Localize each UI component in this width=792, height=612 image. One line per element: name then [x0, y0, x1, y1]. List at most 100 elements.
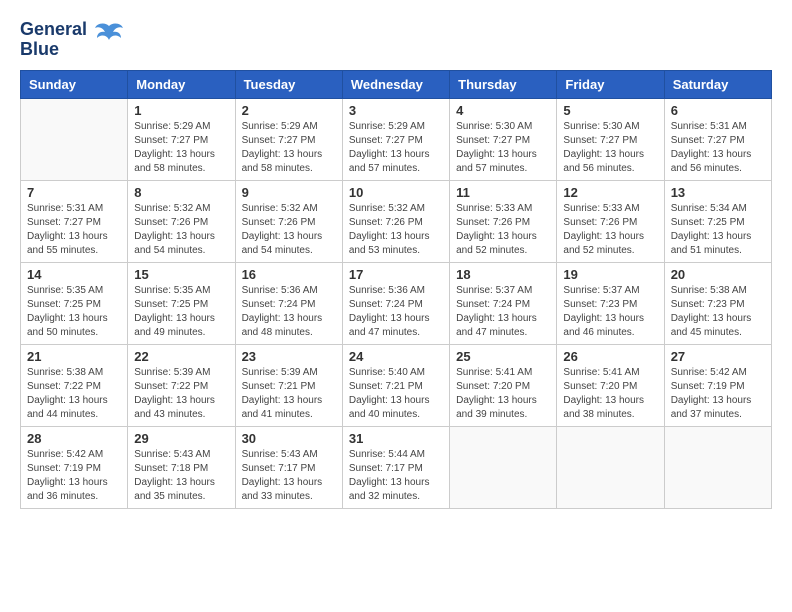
- day-number: 11: [456, 185, 550, 200]
- day-info: Sunrise: 5:33 AM Sunset: 7:26 PM Dayligh…: [456, 202, 550, 258]
- weekday-header: Thursday: [450, 70, 557, 98]
- day-number: 2: [242, 103, 336, 118]
- calendar-day-cell: [557, 426, 664, 508]
- day-number: 1: [134, 103, 228, 118]
- calendar-day-cell: 3 Sunrise: 5:29 AM Sunset: 7:27 PM Daylig…: [342, 98, 449, 180]
- day-number: 26: [563, 349, 657, 364]
- logo-text: GeneralBlue: [20, 20, 87, 60]
- day-number: 8: [134, 185, 228, 200]
- day-number: 29: [134, 431, 228, 446]
- calendar-day-cell: 28 Sunrise: 5:42 AM Sunset: 7:19 PM Dayli…: [21, 426, 128, 508]
- calendar-table: SundayMondayTuesdayWednesdayThursdayFrid…: [20, 70, 772, 509]
- calendar-week-row: 21 Sunrise: 5:38 AM Sunset: 7:22 PM Dayli…: [21, 344, 772, 426]
- calendar-day-cell: 1Sunrise: 5:29 AM Sunset: 7:27 PM Daylig…: [128, 98, 235, 180]
- day-number: 19: [563, 267, 657, 282]
- day-info: Sunrise: 5:40 AM Sunset: 7:21 PM Dayligh…: [349, 366, 443, 422]
- calendar-header-row: SundayMondayTuesdayWednesdayThursdayFrid…: [21, 70, 772, 98]
- day-info: Sunrise: 5:35 AM Sunset: 7:25 PM Dayligh…: [27, 284, 121, 340]
- day-number: 16: [242, 267, 336, 282]
- day-number: 13: [671, 185, 765, 200]
- day-info: Sunrise: 5:37 AM Sunset: 7:24 PM Dayligh…: [456, 284, 550, 340]
- calendar-week-row: 28 Sunrise: 5:42 AM Sunset: 7:19 PM Dayli…: [21, 426, 772, 508]
- calendar-day-cell: 2 Sunrise: 5:29 AM Sunset: 7:27 PM Daylig…: [235, 98, 342, 180]
- weekday-header: Saturday: [664, 70, 771, 98]
- day-number: 28: [27, 431, 121, 446]
- day-number: 14: [27, 267, 121, 282]
- calendar-day-cell: 22Sunrise: 5:39 AM Sunset: 7:22 PM Dayli…: [128, 344, 235, 426]
- day-info: Sunrise: 5:31 AM Sunset: 7:27 PM Dayligh…: [671, 120, 765, 176]
- calendar-week-row: 14 Sunrise: 5:35 AM Sunset: 7:25 PM Dayli…: [21, 262, 772, 344]
- calendar-day-cell: 6 Sunrise: 5:31 AM Sunset: 7:27 PM Daylig…: [664, 98, 771, 180]
- calendar-day-cell: 15 Sunrise: 5:35 AM Sunset: 7:25 PM Dayli…: [128, 262, 235, 344]
- day-info: Sunrise: 5:33 AM Sunset: 7:26 PM Dayligh…: [563, 202, 657, 258]
- logo: GeneralBlue: [20, 20, 127, 60]
- day-info: Sunrise: 5:39 AM Sunset: 7:21 PM Dayligh…: [242, 366, 336, 422]
- weekday-header: Tuesday: [235, 70, 342, 98]
- calendar-day-cell: 12 Sunrise: 5:33 AM Sunset: 7:26 PM Dayli…: [557, 180, 664, 262]
- calendar-day-cell: 8 Sunrise: 5:32 AM Sunset: 7:26 PM Daylig…: [128, 180, 235, 262]
- day-info: Sunrise: 5:32 AM Sunset: 7:26 PM Dayligh…: [134, 202, 228, 258]
- day-info: Sunrise: 5:35 AM Sunset: 7:25 PM Dayligh…: [134, 284, 228, 340]
- day-number: 15: [134, 267, 228, 282]
- calendar-day-cell: 25Sunrise: 5:41 AM Sunset: 7:20 PM Dayli…: [450, 344, 557, 426]
- day-info: Sunrise: 5:42 AM Sunset: 7:19 PM Dayligh…: [671, 366, 765, 422]
- calendar-day-cell: 13Sunrise: 5:34 AM Sunset: 7:25 PM Dayli…: [664, 180, 771, 262]
- day-info: Sunrise: 5:29 AM Sunset: 7:27 PM Dayligh…: [242, 120, 336, 176]
- day-number: 10: [349, 185, 443, 200]
- day-info: Sunrise: 5:32 AM Sunset: 7:26 PM Dayligh…: [349, 202, 443, 258]
- calendar-day-cell: 7 Sunrise: 5:31 AM Sunset: 7:27 PM Daylig…: [21, 180, 128, 262]
- calendar-day-cell: 9 Sunrise: 5:32 AM Sunset: 7:26 PM Daylig…: [235, 180, 342, 262]
- calendar-day-cell: 21 Sunrise: 5:38 AM Sunset: 7:22 PM Dayli…: [21, 344, 128, 426]
- calendar-day-cell: 30Sunrise: 5:43 AM Sunset: 7:17 PM Dayli…: [235, 426, 342, 508]
- day-info: Sunrise: 5:37 AM Sunset: 7:23 PM Dayligh…: [563, 284, 657, 340]
- calendar-day-cell: 31 Sunrise: 5:44 AM Sunset: 7:17 PM Dayli…: [342, 426, 449, 508]
- day-info: Sunrise: 5:32 AM Sunset: 7:26 PM Dayligh…: [242, 202, 336, 258]
- calendar-day-cell: 29Sunrise: 5:43 AM Sunset: 7:18 PM Dayli…: [128, 426, 235, 508]
- calendar-day-cell: 27 Sunrise: 5:42 AM Sunset: 7:19 PM Dayli…: [664, 344, 771, 426]
- calendar-day-cell: 16 Sunrise: 5:36 AM Sunset: 7:24 PM Dayli…: [235, 262, 342, 344]
- calendar-day-cell: [664, 426, 771, 508]
- day-info: Sunrise: 5:41 AM Sunset: 7:20 PM Dayligh…: [456, 366, 550, 422]
- calendar-day-cell: [450, 426, 557, 508]
- day-info: Sunrise: 5:38 AM Sunset: 7:23 PM Dayligh…: [671, 284, 765, 340]
- logo-bird-icon: [91, 18, 127, 54]
- day-number: 9: [242, 185, 336, 200]
- day-number: 27: [671, 349, 765, 364]
- day-info: Sunrise: 5:44 AM Sunset: 7:17 PM Dayligh…: [349, 448, 443, 504]
- weekday-header: Wednesday: [342, 70, 449, 98]
- day-info: Sunrise: 5:42 AM Sunset: 7:19 PM Dayligh…: [27, 448, 121, 504]
- day-number: 23: [242, 349, 336, 364]
- calendar-day-cell: 14 Sunrise: 5:35 AM Sunset: 7:25 PM Dayli…: [21, 262, 128, 344]
- calendar-week-row: 1 Sunrise: 5:29 AM Sunset: 7:27 PM Daylig…: [21, 98, 772, 180]
- day-number: 7: [27, 185, 121, 200]
- day-info: Sunrise: 5:36 AM Sunset: 7:24 PM Dayligh…: [349, 284, 443, 340]
- calendar-day-cell: 11 Sunrise: 5:33 AM Sunset: 7:26 PM Dayli…: [450, 180, 557, 262]
- day-number: 6: [671, 103, 765, 118]
- day-number: 17: [349, 267, 443, 282]
- day-info: Sunrise: 5:41 AM Sunset: 7:20 PM Dayligh…: [563, 366, 657, 422]
- calendar-day-cell: 19 Sunrise: 5:37 AM Sunset: 7:23 PM Dayli…: [557, 262, 664, 344]
- day-info: Sunrise: 5:31 AM Sunset: 7:27 PM Dayligh…: [27, 202, 121, 258]
- day-number: 3: [349, 103, 443, 118]
- calendar-day-cell: 23 Sunrise: 5:39 AM Sunset: 7:21 PM Dayli…: [235, 344, 342, 426]
- calendar-day-cell: 4Sunrise: 5:30 AM Sunset: 7:27 PM Daylig…: [450, 98, 557, 180]
- calendar-day-cell: [21, 98, 128, 180]
- day-number: 24: [349, 349, 443, 364]
- day-number: 21: [27, 349, 121, 364]
- calendar-day-cell: 26 Sunrise: 5:41 AM Sunset: 7:20 PM Dayli…: [557, 344, 664, 426]
- day-info: Sunrise: 5:39 AM Sunset: 7:22 PM Dayligh…: [134, 366, 228, 422]
- day-number: 12: [563, 185, 657, 200]
- day-number: 5: [563, 103, 657, 118]
- day-info: Sunrise: 5:30 AM Sunset: 7:27 PM Dayligh…: [563, 120, 657, 176]
- day-info: Sunrise: 5:36 AM Sunset: 7:24 PM Dayligh…: [242, 284, 336, 340]
- calendar-day-cell: 24 Sunrise: 5:40 AM Sunset: 7:21 PM Dayli…: [342, 344, 449, 426]
- day-number: 31: [349, 431, 443, 446]
- calendar-day-cell: 10 Sunrise: 5:32 AM Sunset: 7:26 PM Dayli…: [342, 180, 449, 262]
- calendar-week-row: 7 Sunrise: 5:31 AM Sunset: 7:27 PM Daylig…: [21, 180, 772, 262]
- day-info: Sunrise: 5:30 AM Sunset: 7:27 PM Dayligh…: [456, 120, 550, 176]
- day-info: Sunrise: 5:29 AM Sunset: 7:27 PM Dayligh…: [349, 120, 443, 176]
- day-number: 20: [671, 267, 765, 282]
- day-info: Sunrise: 5:38 AM Sunset: 7:22 PM Dayligh…: [27, 366, 121, 422]
- weekday-header: Monday: [128, 70, 235, 98]
- calendar-day-cell: 20 Sunrise: 5:38 AM Sunset: 7:23 PM Dayli…: [664, 262, 771, 344]
